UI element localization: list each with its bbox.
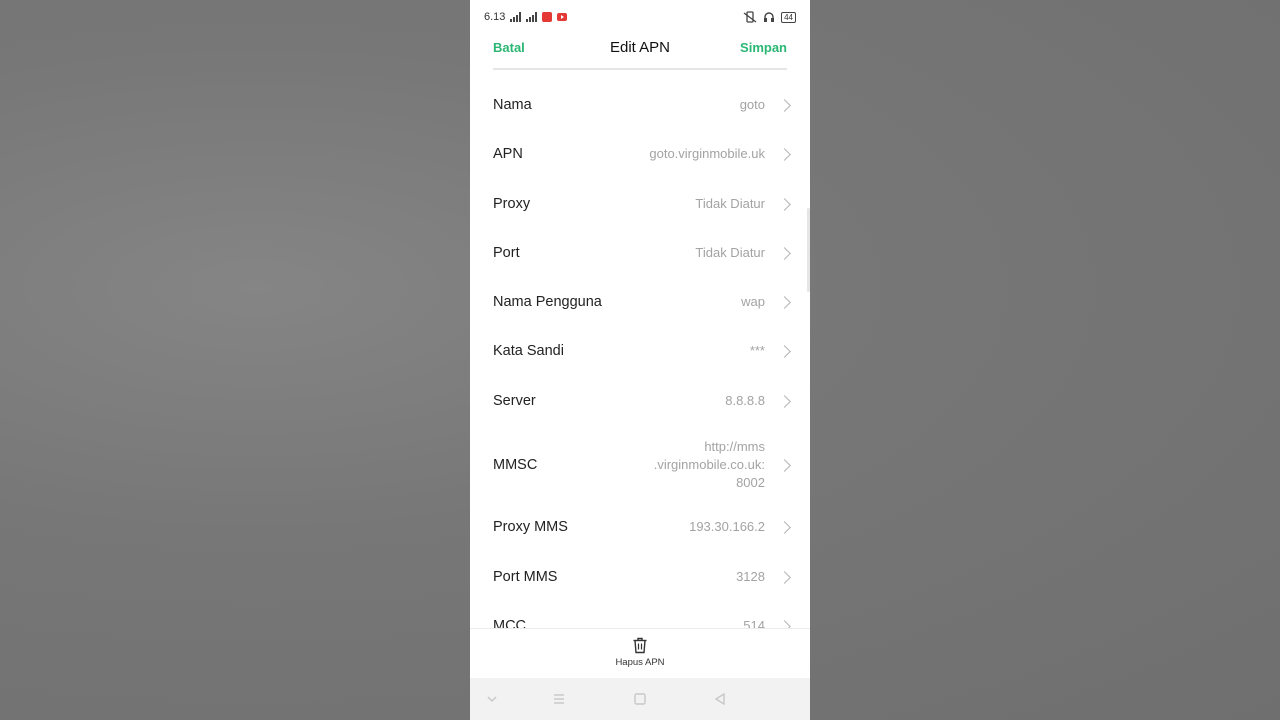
list-item-mcc[interactable]: MCC 514	[470, 613, 810, 628]
field-label: APN	[493, 146, 523, 162]
list-item-proxy-mms[interactable]: Proxy MMS 193.30.166.2	[470, 514, 810, 540]
field-label: Proxy MMS	[493, 519, 568, 535]
chevron-right-icon	[778, 619, 791, 628]
list-item-kata-sandi[interactable]: Kata Sandi ***	[470, 338, 810, 364]
field-value: 514	[743, 618, 765, 628]
field-label: Port	[493, 245, 520, 261]
field-label: Server	[493, 393, 536, 409]
list-item-nama-pengguna[interactable]: Nama Pengguna wap	[470, 289, 810, 315]
field-label: Kata Sandi	[493, 343, 564, 359]
youtube-icon	[557, 13, 568, 21]
list-item-nama[interactable]: Nama goto	[470, 92, 810, 118]
delete-apn-label: Hapus APN	[615, 657, 665, 668]
headphones-icon	[764, 12, 775, 22]
field-label: Port MMS	[493, 569, 558, 585]
field-value: ***	[749, 343, 765, 358]
field-value: 193.30.166.2	[689, 519, 765, 534]
list-item-port-mms[interactable]: Port MMS 3128	[470, 564, 810, 590]
scrollbar[interactable]	[807, 208, 810, 292]
list-item-proxy[interactable]: Proxy Tidak Diatur	[470, 191, 810, 217]
chevron-right-icon	[778, 344, 791, 358]
system-navigation-bar	[470, 678, 810, 720]
menu-icon[interactable]	[550, 690, 568, 708]
field-label: MMSC	[493, 457, 538, 473]
chevron-right-icon	[778, 458, 791, 472]
vibrate-off-icon	[743, 11, 757, 23]
field-value: wap	[741, 294, 765, 309]
field-label: Proxy	[493, 196, 531, 212]
field-label: MCC	[493, 618, 527, 628]
field-label: Nama	[493, 97, 532, 113]
back-icon[interactable]	[711, 690, 729, 708]
app-notification-icon	[542, 12, 553, 22]
chevron-right-icon	[778, 520, 791, 534]
trash-icon	[633, 637, 647, 654]
chevron-right-icon	[778, 295, 791, 309]
chevron-right-icon	[778, 147, 791, 161]
list-item-apn[interactable]: APN goto.virginmobile.uk	[470, 141, 810, 167]
signal-icon	[526, 12, 538, 22]
list-item-server[interactable]: Server 8.8.8.8	[470, 388, 810, 414]
field-value: goto	[739, 97, 765, 112]
field-value: 3128	[736, 569, 765, 584]
home-icon[interactable]	[631, 690, 649, 708]
field-value: goto.virginmobile.uk	[649, 146, 765, 161]
chevron-right-icon	[778, 570, 791, 584]
delete-apn-button[interactable]: Hapus APN	[590, 637, 690, 677]
apn-settings-list[interactable]: Nama goto APN goto.virginmobile.uk Proxy…	[470, 70, 810, 628]
field-value-line: http://mms	[704, 439, 765, 454]
chevron-right-icon	[778, 246, 791, 260]
chevron-right-icon	[778, 98, 791, 112]
status-time: 6.13	[484, 11, 506, 23]
status-bar: 6.13 44	[470, 0, 810, 34]
bottom-action-bar: Hapus APN	[470, 628, 810, 679]
chevron-down-icon[interactable]	[483, 690, 501, 708]
field-value: Tidak Diatur	[695, 196, 765, 211]
chevron-right-icon	[778, 394, 791, 408]
chevron-right-icon	[778, 197, 791, 211]
field-value: Tidak Diatur	[695, 245, 765, 260]
list-item-port[interactable]: Port Tidak Diatur	[470, 240, 810, 266]
field-value-line: .virginmobile.co.uk:	[653, 457, 765, 472]
field-value-line: 8002	[736, 475, 765, 490]
field-value: 8.8.8.8	[725, 393, 765, 408]
field-label: Nama Pengguna	[493, 294, 602, 310]
list-item-mmsc[interactable]: MMSC http://mms .virginmobile.co.uk: 800…	[470, 437, 810, 493]
battery-icon: 44	[781, 11, 796, 23]
phone-screen: 6.13 44 Batal Edit APN Simpan Nama goto …	[470, 0, 810, 720]
field-value: http://mms .virginmobile.co.uk: 8002	[654, 438, 765, 492]
app-header: Batal Edit APN Simpan	[470, 34, 810, 64]
save-button[interactable]: Simpan	[740, 40, 787, 55]
signal-icon	[510, 12, 522, 22]
